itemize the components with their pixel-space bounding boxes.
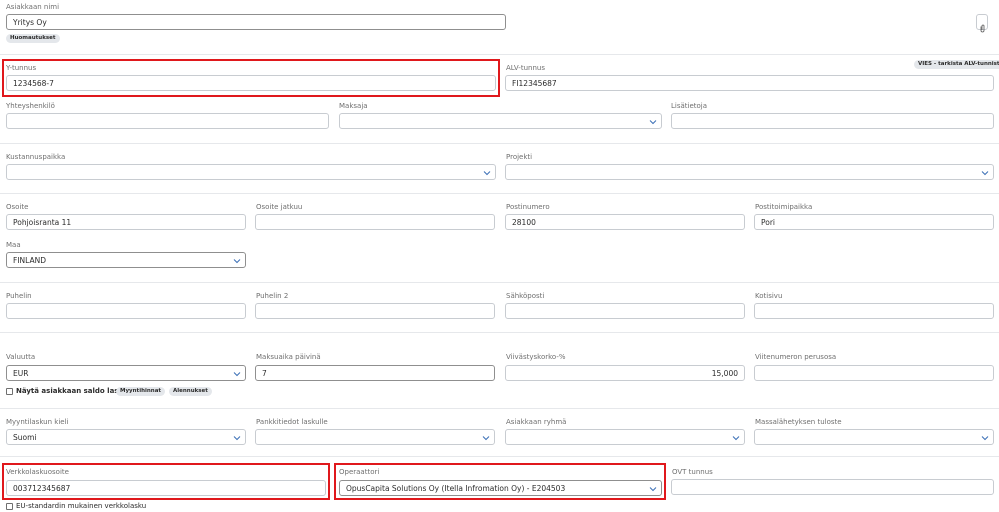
chevron-down-icon: [482, 434, 490, 442]
street2-input[interactable]: [255, 214, 495, 230]
postcode-label: Postinumero: [506, 203, 550, 211]
contact-person-input[interactable]: [6, 113, 329, 129]
city-label: Postitoimipaikka: [755, 203, 813, 211]
homepage-input[interactable]: [754, 303, 994, 319]
customer-group-select[interactable]: [505, 429, 745, 445]
street-label: Osoite: [6, 203, 29, 211]
street2-label: Osoite jatkuu: [256, 203, 303, 211]
contact-person-label: Yhteyshenkilö: [6, 102, 55, 110]
currency-label: Valuutta: [6, 353, 36, 361]
country-label: Maa: [6, 241, 21, 249]
chevron-down-icon: [649, 118, 657, 126]
payer-label: Maksaja: [339, 102, 368, 110]
section-divider: [0, 408, 999, 409]
chevron-down-icon: [732, 434, 740, 442]
bank-details-label: Pankkitiedot laskulle: [256, 418, 328, 426]
chevron-down-icon: [233, 370, 241, 378]
reference-basis-input[interactable]: [754, 365, 994, 381]
customer-name-label: Asiakkaan nimi: [6, 3, 60, 11]
mass-print-select[interactable]: [754, 429, 994, 445]
phone2-label: Puhelin 2: [256, 292, 289, 300]
operator-highlight: [334, 463, 666, 500]
chevron-down-icon: [233, 257, 241, 265]
section-divider: [0, 282, 999, 283]
sales-prices-button[interactable]: Myyntihinnat: [116, 387, 166, 396]
project-label: Projekti: [506, 153, 533, 161]
invoice-language-select[interactable]: Suomi: [6, 429, 246, 445]
ytunnus-highlight: [2, 59, 500, 97]
chevron-down-icon: [981, 434, 989, 442]
project-select[interactable]: [505, 164, 994, 180]
discounts-button[interactable]: Alennukset: [169, 387, 212, 396]
invoice-language-label: Myyntilaskun kieli: [6, 418, 69, 426]
einvoice-address-highlight: [2, 463, 330, 500]
phone2-input[interactable]: [255, 303, 495, 319]
street-input[interactable]: Pohjoisranta 11: [6, 214, 246, 230]
vies-check-button[interactable]: VIES - tarkista ALV-tunniste: [914, 60, 999, 69]
eu-standard-label: EU-standardin mukainen verkkolasku: [16, 502, 147, 510]
city-input[interactable]: Pori: [754, 214, 994, 230]
payer-select[interactable]: [339, 113, 662, 129]
paperclip-icon: [979, 18, 986, 37]
section-divider: [0, 456, 999, 457]
phone-label: Puhelin: [6, 292, 32, 300]
alv-input[interactable]: FI12345687: [505, 75, 994, 91]
extra-info-input[interactable]: [671, 113, 994, 129]
due-days-label: Maksuaika päivinä: [256, 353, 321, 361]
due-days-input[interactable]: 7: [255, 365, 495, 381]
phone-input[interactable]: [6, 303, 246, 319]
email-input[interactable]: [505, 303, 745, 319]
section-divider: [0, 54, 999, 55]
extra-info-label: Lisätietoja: [671, 102, 708, 110]
email-label: Sähköposti: [506, 292, 545, 300]
section-divider: [0, 143, 999, 144]
cost-center-select[interactable]: [6, 164, 496, 180]
attachment-button[interactable]: [976, 14, 988, 33]
eu-standard-checkbox[interactable]: [6, 503, 13, 510]
alv-label: ALV-tunnus: [506, 64, 545, 72]
show-balance-checkbox[interactable]: [6, 388, 13, 395]
currency-select[interactable]: EUR: [6, 365, 246, 381]
mass-print-label: Massalähetyksen tuloste: [755, 418, 842, 426]
ovt-label: OVT tunnus: [672, 468, 713, 476]
ovt-input[interactable]: [671, 479, 994, 495]
late-interest-label: Viivästyskorko-%: [506, 353, 566, 361]
section-divider: [0, 193, 999, 194]
chevron-down-icon: [233, 434, 241, 442]
bank-details-select[interactable]: [255, 429, 495, 445]
customer-name-input[interactable]: Yritys Oy: [6, 14, 506, 30]
customer-group-label: Asiakkaan ryhmä: [506, 418, 567, 426]
country-select[interactable]: FINLAND: [6, 252, 246, 268]
reference-basis-label: Viitenumeron perusosa: [755, 353, 837, 361]
cost-center-label: Kustannuspaikka: [6, 153, 66, 161]
chevron-down-icon: [483, 169, 491, 177]
postcode-input[interactable]: 28100: [505, 214, 745, 230]
section-divider: [0, 332, 999, 333]
late-interest-input[interactable]: 15,000: [505, 365, 745, 381]
notes-button[interactable]: Huomautukset: [6, 34, 60, 43]
homepage-label: Kotisivu: [755, 292, 783, 300]
chevron-down-icon: [981, 169, 989, 177]
